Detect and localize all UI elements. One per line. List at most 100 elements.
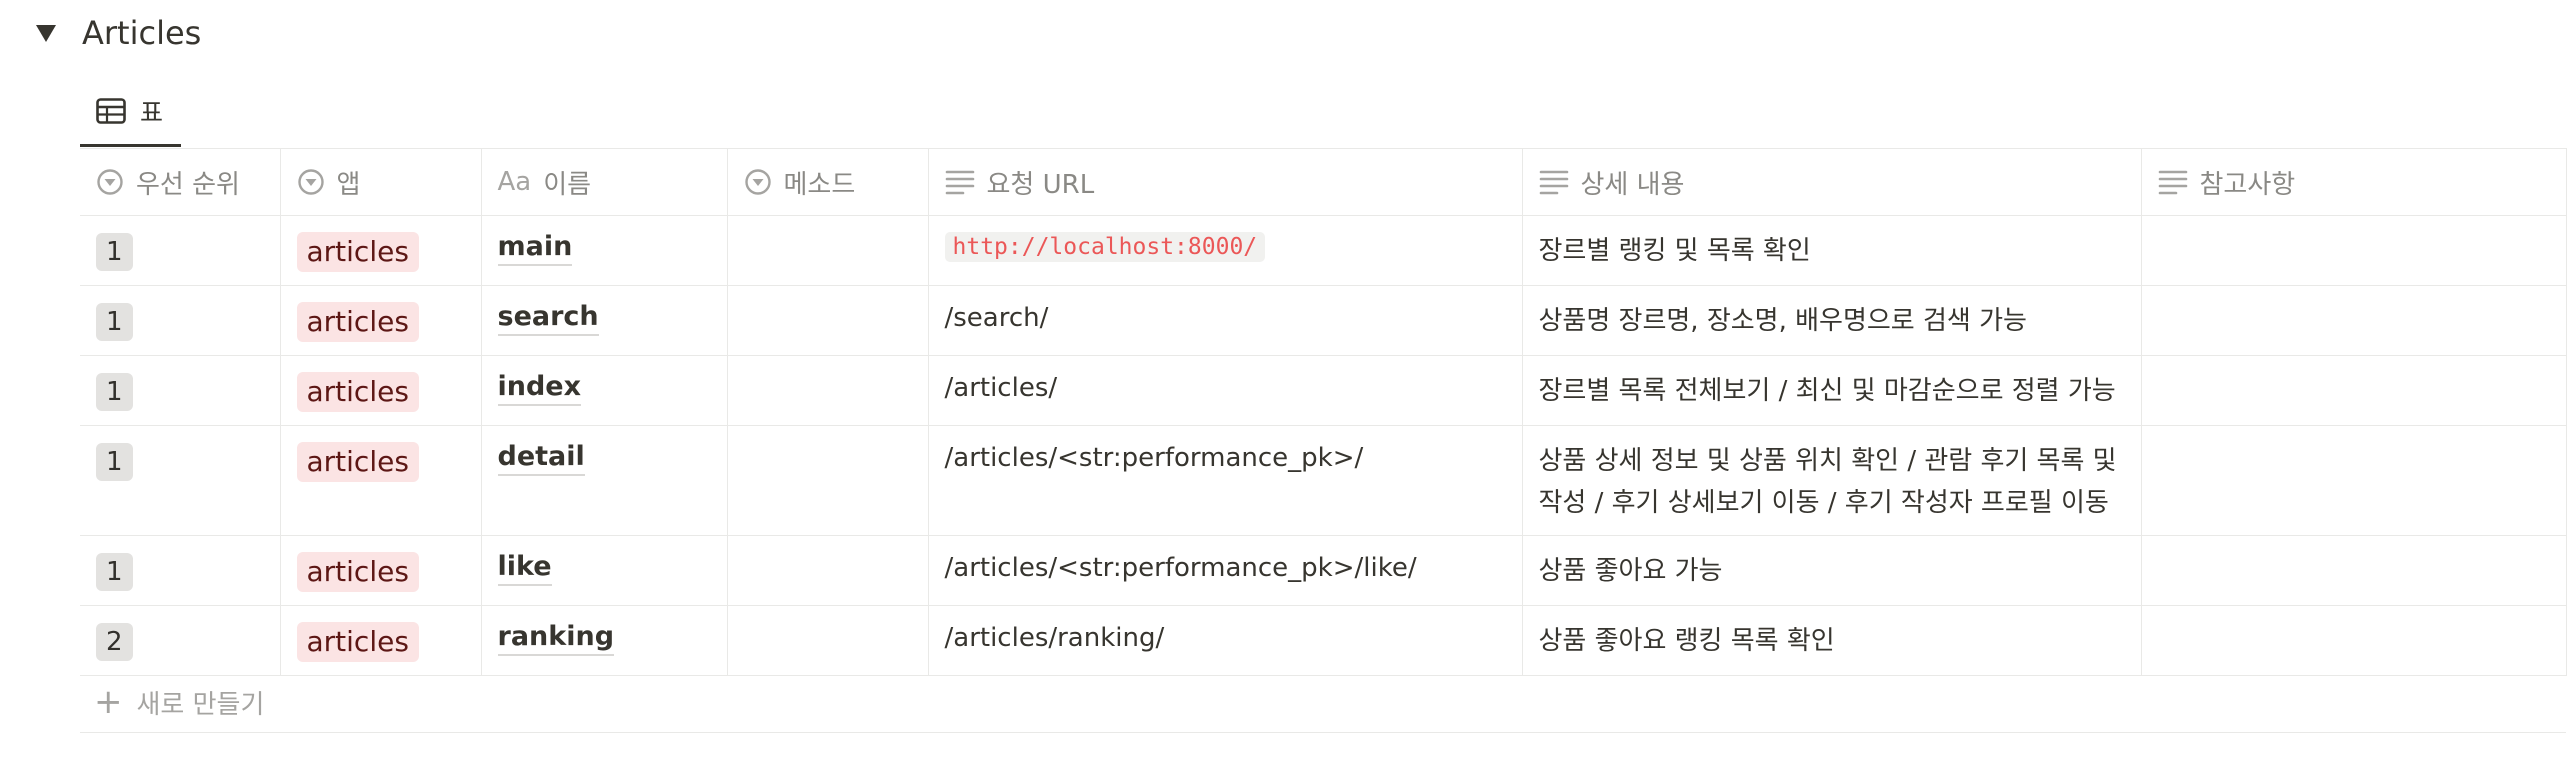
priority-tag: 1 (96, 443, 133, 481)
url-text: /search/ (944, 303, 1049, 333)
description-text: 장르별 목록 전체보기 / 최신 및 마감순으로 정렬 가능 (1538, 376, 2116, 406)
column-header-label: 우선 순위 (136, 169, 240, 200)
table-row[interactable]: 1 articles search /search/ 상품명 장르명, 장소명,… (80, 285, 2567, 356)
method-cell[interactable] (727, 285, 929, 356)
name-cell[interactable]: main (481, 215, 728, 286)
name-cell[interactable]: index (481, 355, 728, 426)
toggle-header: Articles (36, 10, 201, 56)
table-row[interactable]: 1 articles index /articles/ 장르별 목록 전체보기 … (80, 355, 2567, 426)
view-tab-table[interactable]: 표 (80, 78, 182, 147)
row-title-link[interactable]: like (497, 550, 552, 586)
priority-cell[interactable]: 1 (80, 285, 281, 356)
notes-cell[interactable] (2141, 605, 2567, 676)
column-header-label: 앱 (336, 169, 361, 200)
row-title-link[interactable]: detail (497, 440, 585, 476)
column-header-url[interactable]: 요청 URL (928, 148, 1523, 216)
toggle-triangle-icon[interactable] (36, 24, 56, 42)
app-cell[interactable]: articles (280, 215, 482, 286)
name-cell[interactable]: like (481, 535, 728, 606)
url-cell[interactable]: /search/ (928, 285, 1523, 356)
table-row[interactable]: 1 articles detail /articles/<str:perform… (80, 425, 2567, 536)
table-header-row: 우선 순위 앱 Aa 이름 메소드 요청 URL 상세 내용 참고사항 (80, 148, 2567, 216)
priority-tag: 1 (96, 303, 133, 341)
url-text: /articles/ (944, 373, 1058, 403)
priority-cell[interactable]: 2 (80, 605, 281, 676)
priority-tag: 1 (96, 553, 133, 591)
name-cell[interactable]: search (481, 285, 728, 356)
description-text: 상품 상세 정보 및 상품 위치 확인 / 관람 후기 목록 및 작성 / 후기… (1538, 446, 2117, 518)
description-cell[interactable]: 상품 좋아요 랭킹 목록 확인 (1522, 605, 2142, 676)
toggle-title: Articles (82, 14, 202, 52)
table-row[interactable]: 1 articles like /articles/<str:performan… (80, 535, 2567, 606)
add-new-row-button[interactable]: + 새로 만들기 (80, 672, 2566, 733)
notes-cell[interactable] (2141, 535, 2567, 606)
column-header-priority[interactable]: 우선 순위 (80, 148, 281, 216)
app-cell[interactable]: articles (280, 425, 482, 536)
column-header-label: 이름 (543, 169, 592, 200)
priority-tag: 2 (96, 623, 133, 661)
app-tag: articles (296, 232, 419, 272)
method-cell[interactable] (727, 215, 929, 286)
description-cell[interactable]: 상품명 장르명, 장소명, 배우명으로 검색 가능 (1522, 285, 2142, 356)
select-icon (96, 168, 124, 196)
url-code: http://localhost:8000/ (944, 232, 1266, 262)
column-header-app[interactable]: 앱 (280, 148, 482, 216)
add-new-label: 새로 만들기 (136, 689, 265, 720)
select-icon (744, 168, 772, 196)
app-cell[interactable]: articles (280, 535, 482, 606)
row-title-link[interactable]: search (497, 300, 599, 336)
row-title-link[interactable]: main (497, 230, 573, 266)
table-row[interactable]: 1 articles main http://localhost:8000/ 장… (80, 215, 2567, 286)
method-cell[interactable] (727, 355, 929, 426)
url-text: /articles/<str:performance_pk>/ (944, 443, 1364, 473)
app-cell[interactable]: articles (280, 285, 482, 356)
url-text: /articles/<str:performance_pk>/like/ (944, 553, 1417, 583)
text-icon (2158, 169, 2188, 195)
notes-cell[interactable] (2141, 215, 2567, 286)
url-cell[interactable]: /articles/ (928, 355, 1523, 426)
column-header-label: 참고사항 (2199, 169, 2296, 200)
column-header-notes[interactable]: 참고사항 (2141, 148, 2567, 216)
text-icon (1539, 169, 1569, 195)
method-cell[interactable] (727, 535, 929, 606)
description-cell[interactable]: 상품 상세 정보 및 상품 위치 확인 / 관람 후기 목록 및 작성 / 후기… (1522, 425, 2142, 536)
description-cell[interactable]: 장르별 랭킹 및 목록 확인 (1522, 215, 2142, 286)
description-text: 상품 좋아요 랭킹 목록 확인 (1538, 626, 1835, 656)
column-header-name[interactable]: Aa 이름 (481, 148, 728, 216)
priority-cell[interactable]: 1 (80, 355, 281, 426)
app-tag: articles (296, 622, 419, 662)
priority-cell[interactable]: 1 (80, 215, 281, 286)
url-cell[interactable]: /articles/<str:performance_pk>/ (928, 425, 1523, 536)
name-cell[interactable]: detail (481, 425, 728, 536)
row-title-link[interactable]: index (497, 370, 582, 406)
column-header-label: 상세 내용 (1580, 169, 1685, 200)
column-header-method[interactable]: 메소드 (727, 148, 929, 216)
database-table: 우선 순위 앱 Aa 이름 메소드 요청 URL 상세 내용 참고사항 1 ar… (80, 148, 2567, 676)
url-cell[interactable]: /articles/ranking/ (928, 605, 1523, 676)
row-title-link[interactable]: ranking (497, 620, 615, 656)
app-cell[interactable]: articles (280, 605, 482, 676)
notes-cell[interactable] (2141, 285, 2567, 356)
select-icon (297, 168, 325, 196)
text-icon (945, 169, 975, 195)
app-cell[interactable]: articles (280, 355, 482, 426)
app-tag: articles (296, 442, 419, 482)
priority-cell[interactable]: 1 (80, 425, 281, 536)
url-cell[interactable]: /articles/<str:performance_pk>/like/ (928, 535, 1523, 606)
column-header-label: 메소드 (783, 169, 856, 200)
method-cell[interactable] (727, 425, 929, 536)
description-cell[interactable]: 장르별 목록 전체보기 / 최신 및 마감순으로 정렬 가능 (1522, 355, 2142, 426)
priority-cell[interactable]: 1 (80, 535, 281, 606)
column-header-description[interactable]: 상세 내용 (1522, 148, 2142, 216)
description-text: 장르별 랭킹 및 목록 확인 (1538, 236, 1811, 266)
method-cell[interactable] (727, 605, 929, 676)
description-cell[interactable]: 상품 좋아요 가능 (1522, 535, 2142, 606)
name-cell[interactable]: ranking (481, 605, 728, 676)
notes-cell[interactable] (2141, 355, 2567, 426)
title-icon: Aa (497, 167, 532, 197)
table-row[interactable]: 2 articles ranking /articles/ranking/ 상품… (80, 605, 2567, 676)
notes-cell[interactable] (2141, 425, 2567, 536)
url-cell[interactable]: http://localhost:8000/ (928, 215, 1523, 286)
description-text: 상품 좋아요 가능 (1538, 556, 1723, 586)
priority-tag: 1 (96, 373, 133, 411)
